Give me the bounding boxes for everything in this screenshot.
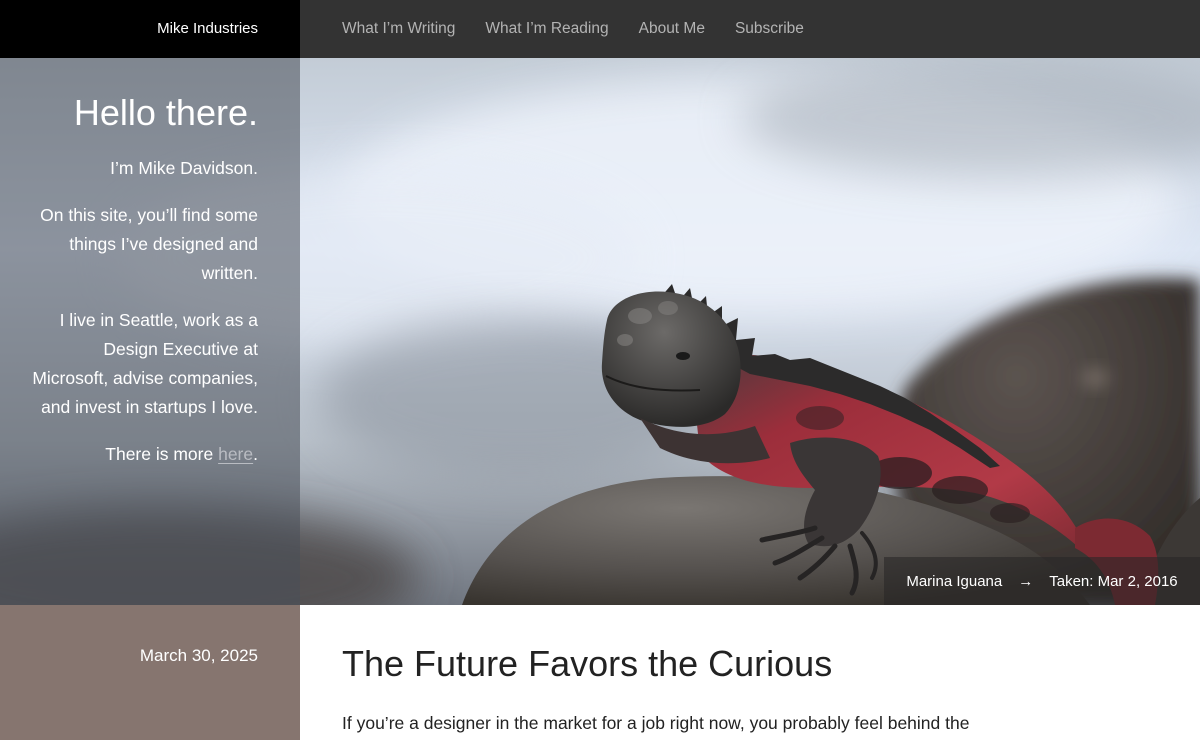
site-brand-link[interactable]: Mike Industries xyxy=(0,0,300,58)
intro-more: There is more here. xyxy=(28,440,258,469)
nav-about-me[interactable]: About Me xyxy=(639,20,705,38)
hero-section: Hello there. I’m Mike Davidson. On this … xyxy=(0,58,1200,605)
intro-more-suffix: . xyxy=(253,444,258,464)
top-navigation-bar: Mike Industries What I’m Writing What I’… xyxy=(0,0,1200,58)
intro-paragraph: On this site, you’ll find some things I’… xyxy=(40,205,258,283)
intro-paragraph: I’m Mike Davidson. xyxy=(110,158,258,178)
photo-taken-date: Taken: Mar 2, 2016 xyxy=(1049,572,1178,590)
post-meta-panel: March 30, 2025 xyxy=(0,605,300,740)
intro: Hello there. I’m Mike Davidson. On this … xyxy=(28,92,258,487)
post-article: The Future Favors the Curious If you’re … xyxy=(342,605,1022,738)
intro-panel: Hello there. I’m Mike Davidson. On this … xyxy=(0,58,300,605)
more-here-link[interactable]: here xyxy=(218,444,253,464)
nav-what-im-reading[interactable]: What I’m Reading xyxy=(485,20,608,38)
nav-subscribe[interactable]: Subscribe xyxy=(735,20,804,38)
arrow-right-icon: → xyxy=(1018,572,1034,590)
photo-title: Marina Iguana xyxy=(906,572,1003,590)
intro-more-prefix: There is more xyxy=(105,444,219,464)
main-nav: What I’m Writing What I’m Reading About … xyxy=(342,0,804,58)
post-date: March 30, 2025 xyxy=(139,646,258,665)
post-title[interactable]: The Future Favors the Curious xyxy=(342,643,1022,685)
intro-paragraph: I live in Seattle, work as a Design Exec… xyxy=(32,310,258,417)
photo-caption[interactable]: Marina Iguana → Taken: Mar 2, 2016 xyxy=(884,557,1200,605)
post-excerpt: If you’re a designer in the market for a… xyxy=(342,713,970,733)
intro-heading: Hello there. xyxy=(73,92,258,133)
nav-what-im-writing[interactable]: What I’m Writing xyxy=(342,20,455,38)
